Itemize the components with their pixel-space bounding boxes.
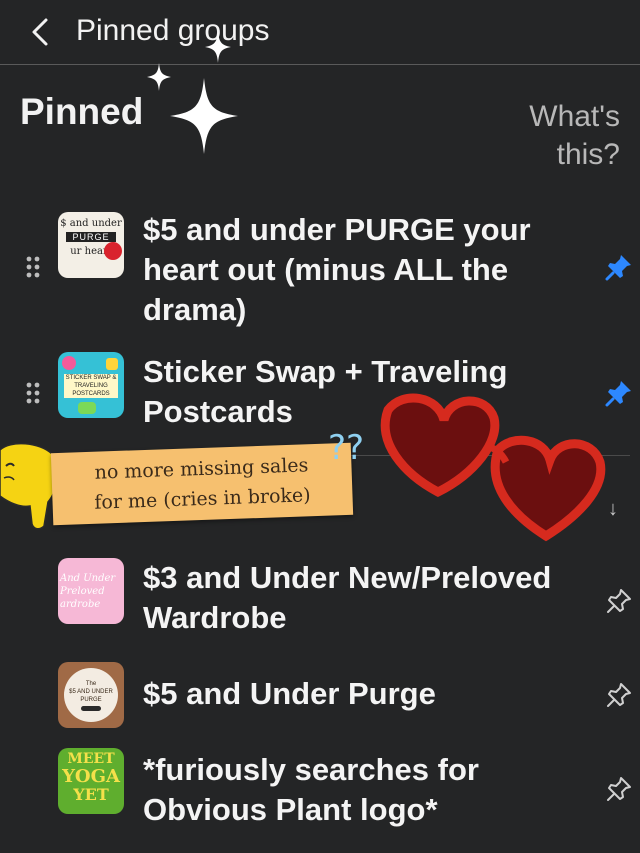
group-thumbnail: STICKER SWAP & TRAVELING POSTCARDS [58,352,124,418]
pin-filled-icon[interactable] [604,252,634,282]
group-name[interactable]: $5 and under PURGE your heart out (minus… [143,210,573,330]
arrow-down-icon: ↓ [608,498,618,520]
pin-outline-icon[interactable] [604,680,634,710]
small-sparkle-icon [147,63,171,91]
question-marks-sticker: ?? [328,428,365,468]
group-row[interactable]: The $5 AND UNDER PURGE $5 and Under Purg… [0,660,640,736]
group-thumbnail: MEET YOGA YET [58,748,124,814]
sticky-note: no more missing sales for me (cries in b… [50,442,354,526]
drag-handle-icon[interactable] [26,256,40,278]
group-name[interactable]: $5 and Under Purge [143,674,573,714]
group-row[interactable]: And Under Preloved ardrobe $3 and Under … [0,552,640,642]
pin-outline-icon[interactable] [604,774,634,804]
sparkle-icon [170,78,238,154]
group-thumbnail: The $5 AND UNDER PURGE [58,662,124,728]
small-sparkle-icon [205,31,231,63]
group-row[interactable]: MEET YOGA YET *furiously searches for Ob… [0,746,640,836]
group-thumbnail: And Under Preloved ardrobe [58,558,124,624]
whats-this-link[interactable]: What's this? [480,98,620,174]
back-arrow-icon[interactable] [22,12,62,52]
group-name[interactable]: $3 and Under New/Preloved Wardrobe [143,558,573,638]
group-thumbnail: $ and under PURGE ur heart [58,212,124,278]
top-bar: Pinned groups [0,0,640,65]
page-title: Pinned groups [76,14,270,47]
drag-handle-icon[interactable] [26,382,40,404]
group-name[interactable]: *furiously searches for Obvious Plant lo… [143,750,573,830]
heart-sunglasses-sticker [380,393,606,542]
pinned-group-row[interactable]: $ and under PURGE ur heart $5 and under … [0,206,640,327]
pin-outline-icon[interactable] [604,586,634,616]
section-title: Pinned [20,91,144,132]
